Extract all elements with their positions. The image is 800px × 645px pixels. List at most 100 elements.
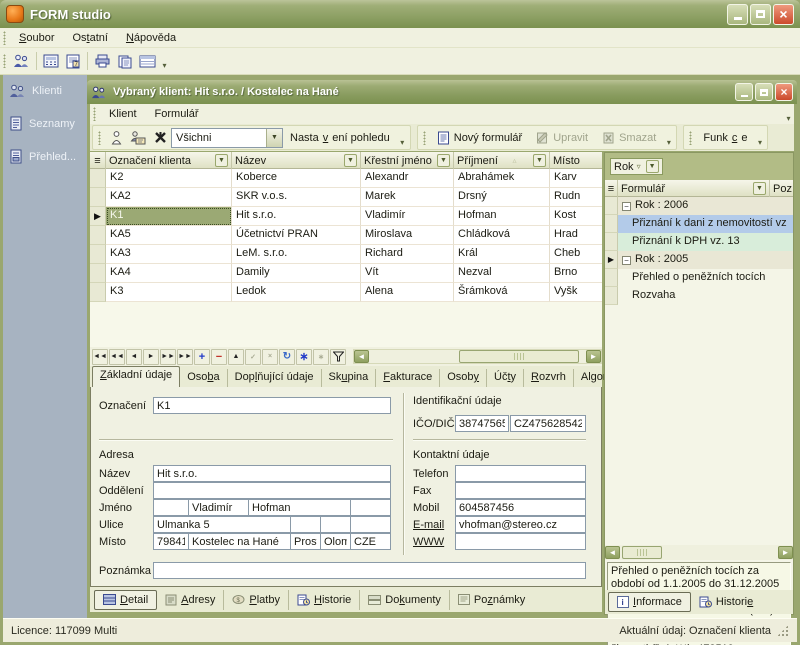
poznamka-field[interactable] [153, 562, 586, 579]
nav-bookmark-button[interactable]: ∗ [296, 349, 312, 365]
group-row[interactable]: −Rok : 2006 [605, 197, 793, 215]
resize-grip[interactable] [777, 625, 789, 637]
close-button[interactable]: × [773, 4, 794, 25]
nav-next-button[interactable]: ► [143, 349, 159, 365]
scrollbar-thumb[interactable] [459, 350, 579, 363]
new-form-button[interactable]: Nový formulář [430, 128, 529, 148]
menubar-grip[interactable] [3, 31, 6, 45]
column-filter-dropdown[interactable]: ▼ [344, 154, 357, 167]
nav-prev-button[interactable]: ◄ [126, 349, 142, 365]
client-maximize-button[interactable] [755, 83, 773, 101]
client-close-button[interactable]: × [775, 83, 793, 101]
jmeno-field[interactable] [188, 499, 249, 516]
scroll-left-button[interactable]: ◄ [605, 546, 620, 559]
cislo-field[interactable] [290, 516, 321, 533]
toolbar-overflow[interactable]: ▾ [663, 128, 674, 148]
tab-detail[interactable]: Detail [94, 590, 157, 610]
view-filter-combobox[interactable]: Všichni ▼ [171, 128, 283, 148]
dic-field[interactable] [510, 415, 586, 432]
misto-field[interactable] [188, 533, 291, 550]
nav-insert-button[interactable]: + [194, 349, 210, 365]
print-button[interactable] [91, 50, 114, 72]
tab-rozvrh[interactable]: Rozvrh [524, 369, 574, 387]
nav-post-button[interactable]: ✓ [245, 349, 261, 365]
tab-adresy[interactable]: Adresy [157, 590, 224, 610]
toolbar-overflow[interactable]: ▾ [159, 51, 170, 71]
functions-button[interactable]: Funkce [696, 128, 754, 148]
column-filter-dropdown[interactable]: ▼ [753, 182, 766, 195]
nav-first-button[interactable]: ◄◄ [92, 349, 108, 365]
mobil-field[interactable] [455, 499, 586, 516]
collapse-icon[interactable]: − [622, 256, 631, 265]
www-field[interactable] [455, 533, 586, 550]
column-header-krestni-jmeno[interactable]: Křestní jméno▼ [361, 152, 454, 169]
tab-ucty[interactable]: Účty [487, 369, 524, 387]
delete-form-button[interactable]: Smazat [595, 128, 663, 148]
form-row[interactable]: Přehled o peněžních tocích [605, 269, 793, 287]
table-row[interactable]: K2KoberceAlexandrAbrahámekKarv [90, 169, 602, 188]
scroll-right-button[interactable]: ► [586, 350, 601, 363]
menu-formular[interactable]: Formulář [146, 106, 208, 122]
scrollbar-thumb[interactable] [622, 546, 662, 559]
table-row[interactable]: KA4DamilyVítNezvalBrno [90, 264, 602, 283]
okres-field[interactable] [290, 533, 321, 550]
column-header-prijmeni[interactable]: Příjmení▵▼ [454, 152, 550, 169]
column-filter-dropdown[interactable]: ▼ [215, 154, 228, 167]
form-row[interactable]: Přiznání k DPH vz. 13 [605, 233, 793, 251]
column-header-formular[interactable]: Formulář ▼ [618, 180, 770, 197]
scroll-left-button[interactable]: ◄ [354, 350, 369, 363]
tab-osoby[interactable]: Osoby [440, 369, 487, 387]
titul-za-field[interactable] [350, 499, 391, 516]
grid-horizontal-scrollbar[interactable]: ◄ ► [353, 349, 602, 364]
tab-dokumenty[interactable]: Dokumenty [360, 590, 450, 610]
email-field[interactable] [455, 516, 586, 533]
table-row[interactable]: KA2SKR v.o.s.MarekDrsnýRudn [90, 188, 602, 207]
clients-button[interactable] [10, 50, 33, 72]
toolbar-grip[interactable] [423, 131, 426, 145]
maximize-button[interactable] [750, 4, 771, 25]
client-menubar-grip[interactable] [93, 107, 96, 121]
nazev-field[interactable] [153, 465, 391, 482]
group-row-current[interactable]: ▶ −Rok : 2005 [605, 251, 793, 269]
nav-filter-button[interactable] [330, 349, 346, 365]
cislo3-field[interactable] [350, 516, 391, 533]
view-settings-button[interactable]: Nastavení pohledu [283, 128, 397, 148]
table-row[interactable]: KA5Účetnictví PRANMiroslavaChládkováHrad [90, 226, 602, 245]
table-row[interactable]: K3LedokAlenaŠrámkováVyšk [90, 283, 602, 302]
nav-last-button[interactable]: ►► [177, 349, 193, 365]
column-header-poznamka[interactable]: Poz [770, 180, 793, 197]
calendar-document-button[interactable]: 7 [62, 50, 84, 72]
table-row-selected[interactable]: ▶K1Hit s.r.o.VladimírHofmanKost [90, 207, 602, 226]
minimize-button[interactable] [727, 4, 748, 25]
column-filter-dropdown[interactable]: ▼ [437, 154, 450, 167]
copy-button[interactable] [114, 50, 136, 72]
titul-field[interactable] [153, 499, 189, 516]
person-button[interactable] [105, 127, 127, 149]
toolbar-grip[interactable] [689, 131, 692, 145]
menu-napoveda[interactable]: Nápověda [117, 30, 185, 46]
oddeleni-field[interactable] [153, 482, 391, 499]
toolbar-overflow[interactable]: ▾ [754, 128, 765, 148]
group-by-rok-chip[interactable]: Rok ▿ ▼ [610, 158, 663, 175]
tab-poznamky[interactable]: Poznámky [450, 590, 533, 610]
ulice-field[interactable] [153, 516, 291, 533]
oznaceni-field[interactable] [153, 397, 391, 414]
column-header-misto[interactable]: Místo [550, 152, 602, 169]
toolbar-overflow[interactable]: ▾ [397, 128, 408, 148]
client-minimize-button[interactable] [735, 83, 753, 101]
sidebar-item-klienti[interactable]: Klienti [3, 75, 87, 107]
forms-horizontal-scrollbar[interactable]: ◄ ► [605, 545, 793, 560]
grid-options-button[interactable]: ≡ [90, 152, 106, 169]
tab-platby[interactable]: $ Platby [224, 590, 289, 610]
toolbar-grip[interactable] [3, 54, 6, 68]
menu-soubor[interactable]: Soubor [10, 30, 63, 46]
sidebar-item-seznamy[interactable]: Seznamy [3, 107, 87, 140]
tab-osoba[interactable]: Osoba [180, 369, 227, 387]
delete-client-button[interactable] [149, 127, 171, 149]
nav-fast-prev-button[interactable]: ◄◄ [109, 349, 125, 365]
grid-options-button[interactable]: ≡ [605, 180, 618, 197]
scroll-right-button[interactable]: ► [778, 546, 793, 559]
fax-field[interactable] [455, 482, 586, 499]
column-header-nazev[interactable]: Název▼ [232, 152, 361, 169]
tab-fakturace[interactable]: Fakturace [376, 369, 440, 387]
